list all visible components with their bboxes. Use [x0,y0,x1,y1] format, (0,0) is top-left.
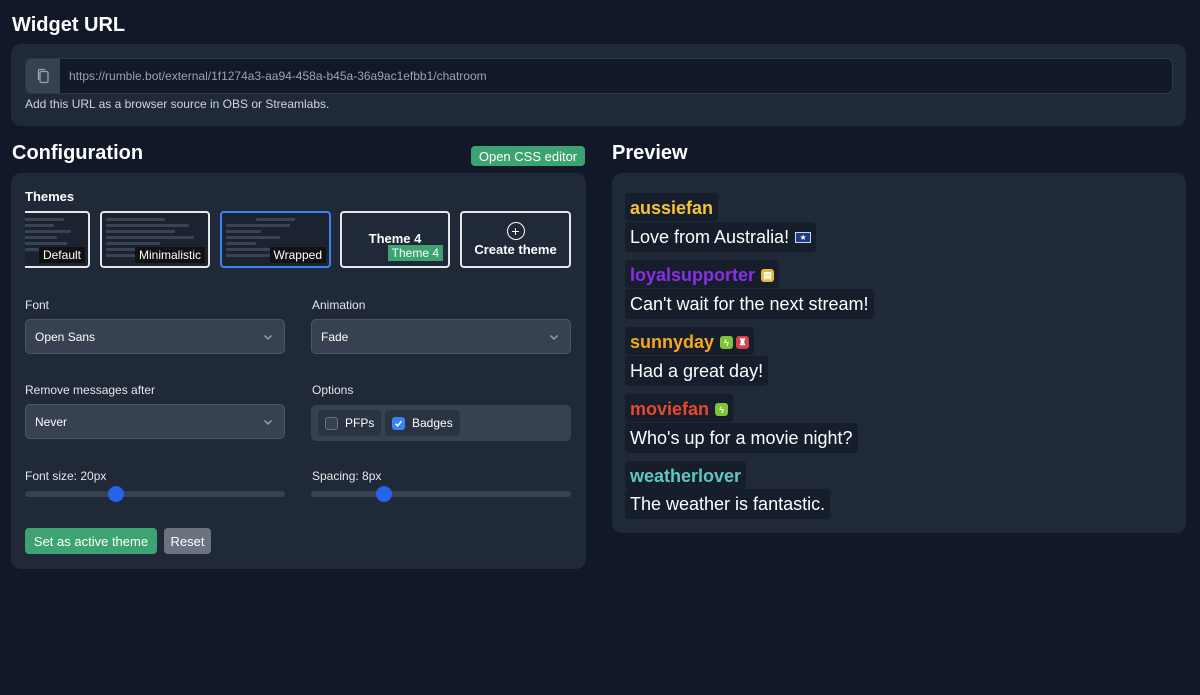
theme-default[interactable]: Default [25,211,90,268]
preview-panel: aussiefan Love from Australia! ★ loyalsu… [612,173,1186,533]
chevron-down-icon [264,420,272,425]
themes-label: Themes [25,189,75,204]
chat-username: aussiefan [625,193,719,221]
options-label: Options [312,383,354,397]
font-size-label: Font size: 20px [25,469,107,483]
chat-username: moviefan ϟ [625,394,734,422]
options-group: PFPs Badges [311,405,571,441]
font-label: Font [25,298,50,312]
theme-minimalistic[interactable]: Minimalistic [100,211,210,268]
remove-messages-select[interactable]: Never [25,404,285,439]
animation-select[interactable]: Fade [311,319,571,354]
chat-message: The weather is fantastic. [625,489,831,519]
widget-url-help: Add this URL as a browser source in OBS … [25,97,330,111]
chat-message: Who's up for a movie night? [625,423,858,453]
widget-url-field[interactable]: https://rumble.bot/external/1f1274a3-aa9… [25,58,1173,94]
option-label: PFPs [345,416,375,430]
pfps-checkbox[interactable] [325,416,338,430]
chat-username: loyalsupporter ▤ [625,260,780,288]
theme-wrapped[interactable]: Wrapped [220,211,331,268]
themes-strip: Default Minimalistic Wrapped Theme 4 The… [25,211,571,269]
badges-checkbox[interactable] [392,416,405,430]
red-badge-icon: ♜ [736,336,750,349]
animation-label: Animation [312,298,366,312]
remove-messages-label: Remove messages after [25,383,156,397]
chat-message: Love from Australia! ★ [625,222,817,252]
create-theme-button[interactable]: + Create theme [460,211,571,268]
animation-select-value: Fade [321,329,349,344]
configuration-title: Configuration [12,142,144,164]
lightning-badge-icon: ϟ [720,336,734,349]
spacing-slider-handle[interactable] [375,486,392,502]
chat-message: Can't wait for the next stream! [625,289,874,319]
chevron-down-icon [550,335,558,340]
plus-icon: + [506,222,525,240]
option-pfps[interactable]: PFPs [318,410,382,436]
theme-label: Minimalistic [134,247,205,263]
widget-url-panel: https://rumble.bot/external/1f1274a3-aa9… [11,44,1186,126]
font-select[interactable]: Open Sans [25,319,285,354]
widget-url-title: Widget URL [12,14,126,36]
font-size-slider-handle[interactable] [108,486,124,502]
spacing-label: Spacing: 8px [312,469,382,483]
check-icon [394,420,403,427]
theme-label: Wrapped [269,247,326,263]
lightning-badge-icon: ϟ [715,403,729,416]
preview-title: Preview [612,142,688,164]
theme-label: Theme 4 [387,245,443,261]
remove-messages-value: Never [35,414,68,429]
copy-icon [37,68,49,84]
chat-username: weatherlover [625,461,747,489]
copy-url-button[interactable] [26,59,60,93]
create-theme-label: Create theme [474,242,557,257]
font-select-value: Open Sans [35,329,96,344]
reset-button[interactable]: Reset [164,528,211,554]
theme-title: Theme 4 [368,231,422,246]
spacing-slider[interactable] [311,486,571,502]
chat-username: sunnyday ϟ ♜ [625,327,755,355]
configuration-panel: Themes Default Minimalistic Wrapped Them… [11,173,586,569]
theme-label: Default [38,247,85,263]
open-css-editor-button[interactable]: Open CSS editor [471,146,585,166]
option-label: Badges [412,416,453,430]
chevron-down-icon [264,335,272,340]
set-active-theme-button[interactable]: Set as active theme [25,528,157,554]
theme-4[interactable]: Theme 4 Theme 4 [340,211,450,268]
widget-url-text[interactable]: https://rumble.bot/external/1f1274a3-aa9… [60,69,487,83]
australia-flag-icon: ★ [795,231,812,243]
option-badges[interactable]: Badges [385,410,460,436]
chat-message: Had a great day! [625,356,769,386]
gold-badge-icon: ▤ [761,269,775,282]
font-size-slider[interactable] [25,486,285,502]
